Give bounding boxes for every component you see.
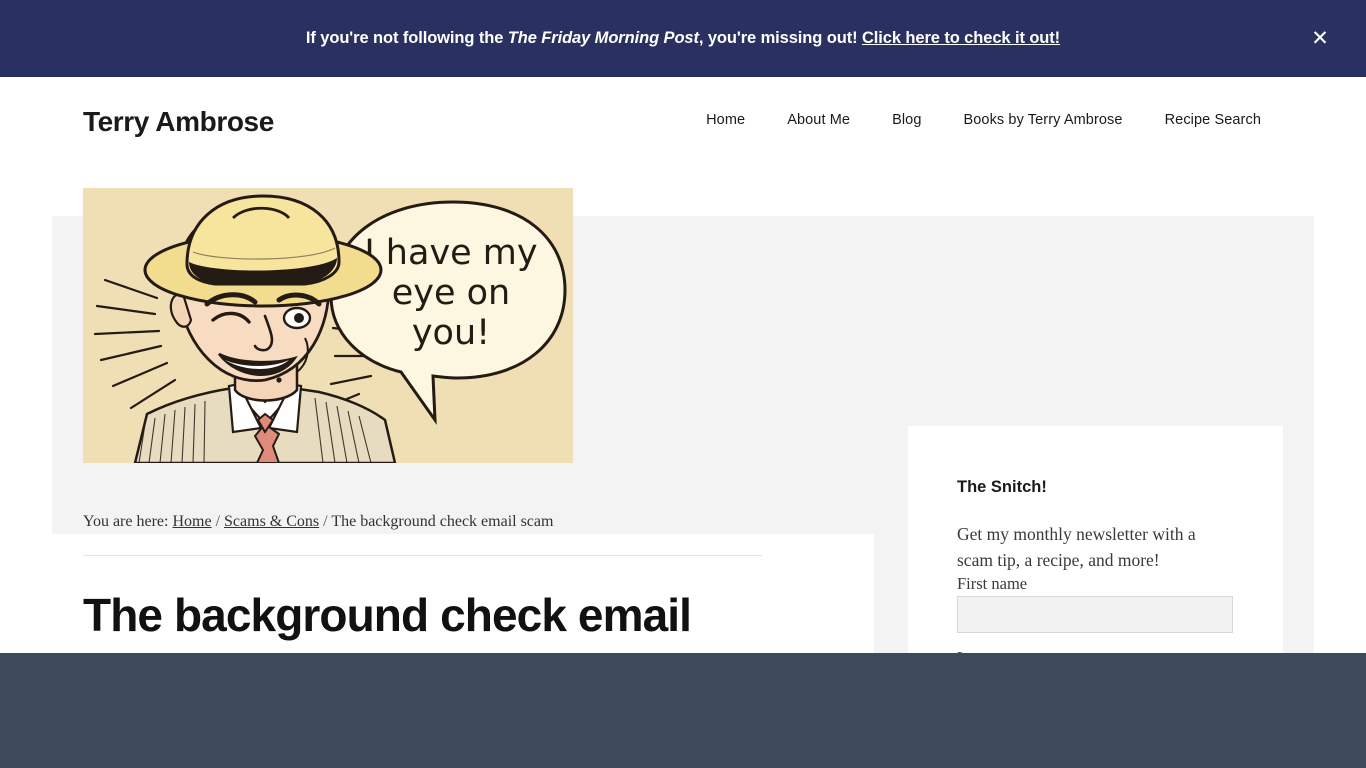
page-title: The background check email (83, 589, 692, 641)
breadcrumb-separator-1: / (215, 513, 221, 530)
site-header: Terry Ambrose Home About Me Blog Books b… (0, 77, 1366, 170)
newsletter-popup: The Snitch! Get my monthly newsletter wi… (908, 426, 1283, 661)
nav-item-home[interactable]: Home (685, 112, 766, 128)
article-divider (83, 555, 762, 556)
nav-item-recipe-search[interactable]: Recipe Search (1144, 112, 1282, 128)
first-name-label: First name (957, 574, 1028, 593)
first-name-input[interactable] (957, 596, 1233, 633)
newsletter-title: The Snitch! (957, 478, 1047, 496)
subscribe-bar: Subscribe for Updates! By continuing, yo… (0, 653, 1366, 768)
top-announcement-banner: If you're not following the The Friday M… (0, 0, 1366, 77)
banner-text-middle: , you're missing out! (698, 29, 862, 47)
main-navigation: Home About Me Blog Books by Terry Ambros… (685, 112, 1282, 128)
banner-publication-title: The Friday Morning Post (507, 29, 699, 47)
breadcrumb-prefix: You are here: (83, 513, 169, 530)
banner-text-before: If you're not following the (305, 29, 508, 47)
svg-text:eye on: eye on (392, 273, 511, 313)
breadcrumb: You are here: Home / Scams & Cons / The … (83, 513, 553, 531)
site-title[interactable]: Terry Ambrose (83, 106, 274, 138)
nav-item-about-me[interactable]: About Me (766, 112, 871, 128)
svg-text:I have my: I have my (364, 233, 537, 273)
nav-item-books[interactable]: Books by Terry Ambrose (942, 112, 1143, 128)
breadcrumb-separator-2: / (323, 513, 328, 530)
svg-text:you!: you! (412, 313, 490, 353)
banner-message: If you're not following the The Friday M… (306, 29, 1060, 48)
featured-image: I have my eye on you! (83, 188, 573, 463)
nav-item-blog[interactable]: Blog (871, 112, 942, 128)
breadcrumb-link-home[interactable]: Home (172, 513, 211, 530)
breadcrumb-link-category[interactable]: Scams & Cons (224, 513, 319, 530)
newsletter-description: Get my monthly newsletter with a scam ti… (957, 524, 1196, 571)
breadcrumb-current-page: The background check email scam (331, 513, 554, 530)
banner-cta-link[interactable]: Click here to check it out! (862, 29, 1060, 47)
close-icon[interactable]: ✕ (1307, 26, 1333, 52)
